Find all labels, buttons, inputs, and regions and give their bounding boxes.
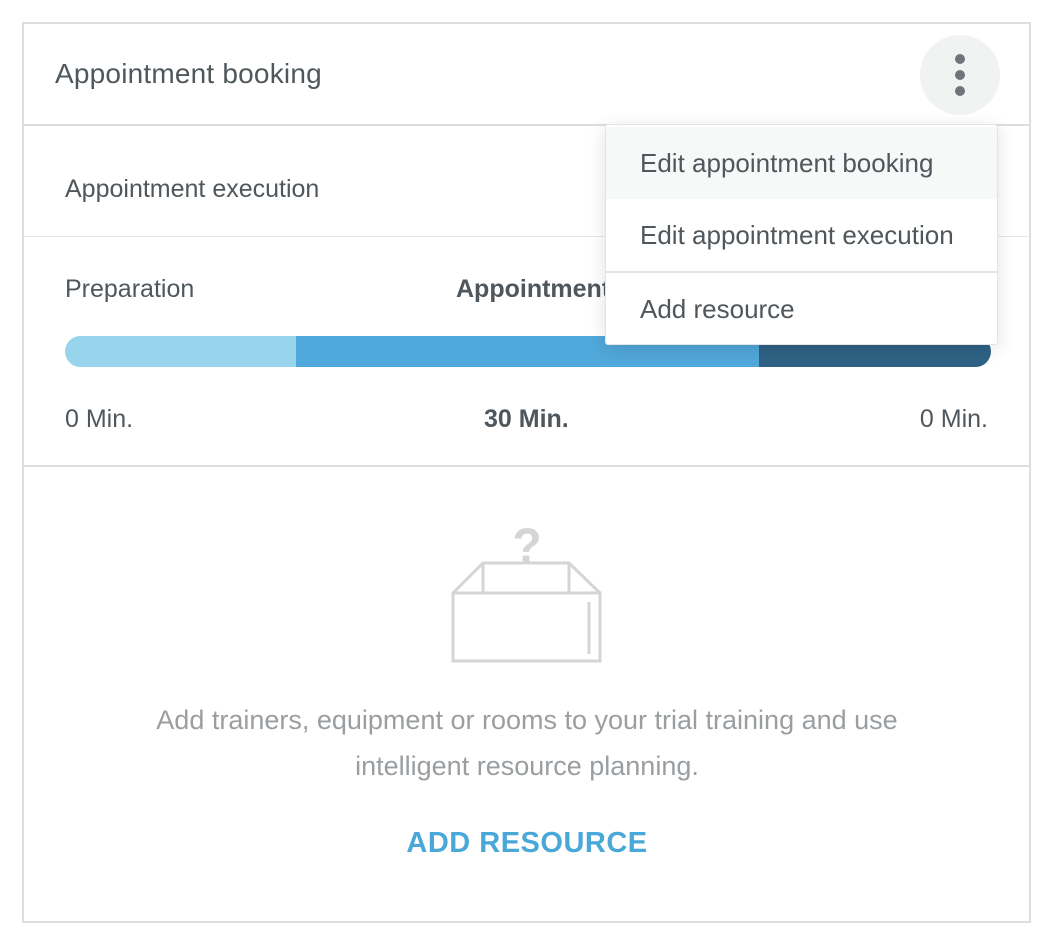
more-options-button[interactable] xyxy=(920,35,1000,115)
preparation-segment xyxy=(65,336,296,367)
more-vertical-icon xyxy=(955,54,965,64)
svg-text:?: ? xyxy=(512,520,541,573)
empty-state-line1: Add trainers, equipment or rooms to your… xyxy=(156,705,898,735)
empty-state-message: Add trainers, equipment or rooms to your… xyxy=(0,697,1054,789)
menu-item-edit-appointment-booking[interactable]: Edit appointment booking xyxy=(606,127,997,199)
menu-item-edit-appointment-execution[interactable]: Edit appointment execution xyxy=(606,199,997,271)
appointment-label: Appointment xyxy=(456,275,611,303)
menu-item-add-resource[interactable]: Add resource xyxy=(606,273,997,345)
empty-state-line2: intelligent resource planning. xyxy=(355,751,699,781)
execution-title: Appointment execution xyxy=(65,175,320,203)
appointment-duration: 30 Min. xyxy=(484,405,569,433)
card-header: Appointment booking xyxy=(24,24,1029,126)
options-menu: Edit appointment booking Edit appointmen… xyxy=(605,124,998,345)
more-vertical-icon-dot xyxy=(955,86,965,96)
card-title: Appointment booking xyxy=(55,58,322,89)
follow-up-duration: 0 Min. xyxy=(919,405,988,433)
more-vertical-icon-dot xyxy=(955,70,965,80)
preparation-duration: 0 Min. xyxy=(65,405,134,433)
add-resource-link[interactable]: ADD RESOURCE xyxy=(0,827,1054,860)
preparation-label: Preparation xyxy=(65,275,195,303)
empty-box-question-icon: ? xyxy=(451,520,602,663)
